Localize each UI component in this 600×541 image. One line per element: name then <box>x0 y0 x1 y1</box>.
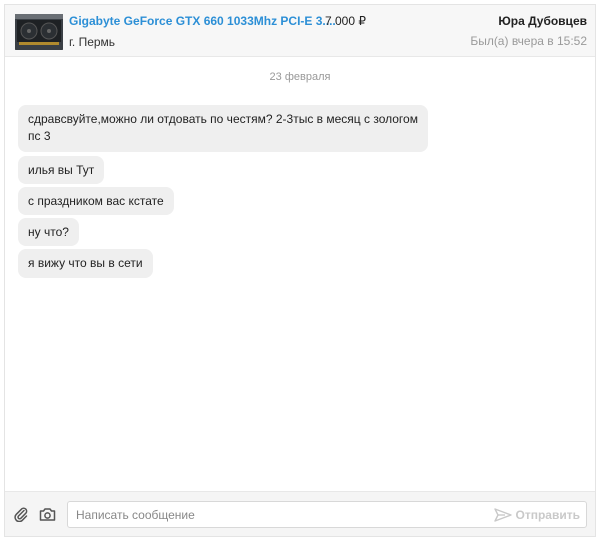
user-status: Был(а) вчера в 15:52 <box>470 34 587 48</box>
message-input-box: Отправить <box>67 501 587 528</box>
item-title-link[interactable]: Gigabyte GeForce GTX 660 1033Mhz PCI-E 3… <box>69 14 336 28</box>
send-button[interactable]: Отправить <box>493 506 580 524</box>
message-text: пс 3 <box>28 129 51 143</box>
item-city: г. Пермь <box>69 35 116 49</box>
chat-window: Gigabyte GeForce GTX 660 1033Mhz PCI-E 3… <box>4 4 596 537</box>
message-bubble: ну что? <box>18 218 79 246</box>
send-button-label: Отправить <box>515 508 580 522</box>
message-list: 23 февраля сдравсвуйте,можно ли отдовать… <box>5 58 595 490</box>
message-bubble: с праздником вас кстате <box>18 187 174 215</box>
message-bubble: я вижу что вы в сети <box>18 249 153 278</box>
item-price: 7 000 ₽ <box>325 14 366 28</box>
message-text: ну что? <box>28 225 69 239</box>
message-text: илья вы Тут <box>28 163 95 177</box>
message-input[interactable] <box>76 506 476 524</box>
message-bubble: сдравсвуйте,можно ли отдовать по честям?… <box>18 105 428 152</box>
chat-header: Gigabyte GeForce GTX 660 1033Mhz PCI-E 3… <box>5 5 595 57</box>
message-text: сдравсвуйте,можно ли отдовать по честям?… <box>28 112 418 126</box>
message-bubble: илья вы Тут <box>18 156 105 184</box>
message-composer: Отправить <box>5 491 595 536</box>
date-separator: 23 февраля <box>269 71 331 83</box>
send-icon <box>493 508 512 522</box>
user-name[interactable]: Юра Дубовцев <box>498 14 587 28</box>
paperclip-icon[interactable] <box>11 504 31 524</box>
item-thumbnail[interactable] <box>15 14 63 50</box>
message-text: с праздником вас кстате <box>28 194 164 208</box>
message-text: я вижу что вы в сети <box>28 256 143 270</box>
camera-icon[interactable] <box>37 504 57 524</box>
